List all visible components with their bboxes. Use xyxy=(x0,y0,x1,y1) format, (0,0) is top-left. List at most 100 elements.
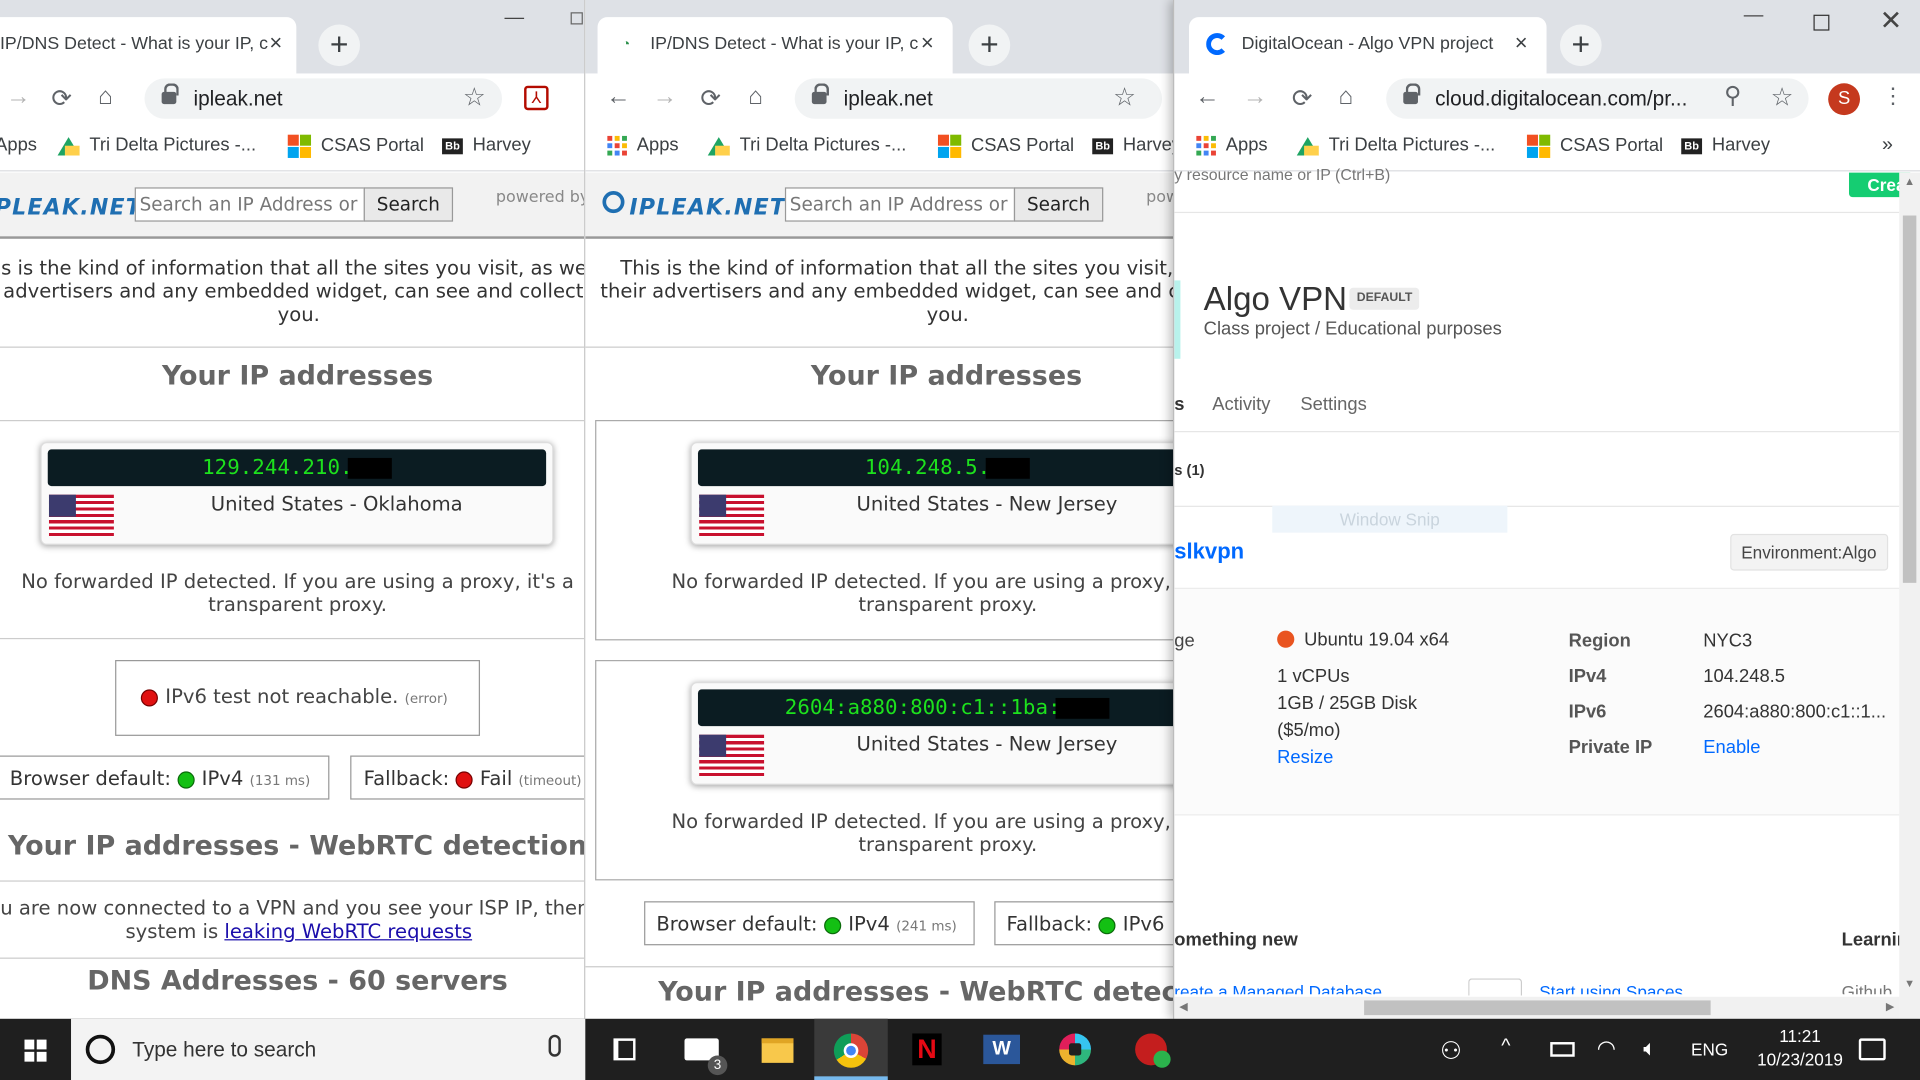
bookmark-star-icon[interactable]: ☆ xyxy=(1771,82,1794,113)
new-tab-button[interactable]: + xyxy=(1560,24,1602,67)
ipv6-address-value[interactable]: 2604:a880:800:c1::1ba: xyxy=(697,689,1175,727)
start-button-icon[interactable] xyxy=(24,1039,47,1062)
ipv6-value[interactable]: 2604:a880:800:c1::1... xyxy=(1703,702,1886,723)
scroll-down-icon[interactable]: ▼ xyxy=(1904,977,1915,989)
horizontal-scroll-thumb[interactable] xyxy=(1364,1000,1711,1016)
home-icon[interactable]: ⌂ xyxy=(98,83,113,111)
spaces-icon xyxy=(1468,978,1523,996)
scroll-left-icon[interactable]: ◀ xyxy=(1179,1000,1187,1013)
scroll-up-icon[interactable]: ▲ xyxy=(1904,175,1915,187)
scroll-right-icon[interactable]: ▶ xyxy=(1886,1000,1894,1013)
maximize-icon[interactable] xyxy=(570,12,583,25)
vertical-scroll-thumb[interactable] xyxy=(1902,215,1917,583)
bookmarks-overflow-icon[interactable]: » xyxy=(1882,135,1893,157)
bookmark-csas[interactable]: CSAS Portal xyxy=(287,134,424,158)
ip-search-input[interactable]: Search an IP Address or xyxy=(784,187,1016,222)
tab-close-icon[interactable]: × xyxy=(1515,31,1528,57)
bookmark-csas[interactable]: CSAS Portal xyxy=(1526,134,1663,158)
file-explorer-icon[interactable] xyxy=(740,1019,813,1080)
people-icon[interactable]: ⚇ xyxy=(1440,1036,1462,1080)
environment-tag[interactable]: Environment:Algo xyxy=(1730,533,1888,571)
tab-resources[interactable]: s xyxy=(1174,394,1184,415)
ipv4-value[interactable]: 104.248.5 xyxy=(1703,666,1785,687)
menu-dots-icon[interactable]: ⋮ xyxy=(1882,83,1904,109)
bookmark-harvey[interactable]: BbHarvey xyxy=(1681,135,1770,156)
chrome-taskbar-icon[interactable] xyxy=(814,1018,888,1080)
profile-avatar[interactable]: S xyxy=(1828,83,1861,116)
reload-icon[interactable]: ⟳ xyxy=(700,83,721,114)
ip-search-input[interactable]: Search an IP Address or xyxy=(134,187,365,222)
bookmark-star-icon[interactable]: ☆ xyxy=(463,82,486,113)
slack-icon[interactable] xyxy=(1040,1019,1113,1080)
vertical-scrollbar[interactable]: ▲ ▼ xyxy=(1899,172,1920,1019)
clock[interactable]: 11:21 10/23/2019 xyxy=(1751,1026,1849,1080)
home-icon[interactable]: ⌂ xyxy=(748,83,763,111)
wifi-icon[interactable]: ◠ xyxy=(1597,1036,1616,1080)
forward-icon[interactable]: → xyxy=(653,83,677,111)
notifications-icon[interactable] xyxy=(1858,1038,1886,1061)
webrtc-leak-link[interactable]: leaking WebRTC requests xyxy=(224,920,472,943)
desktop: IP/DNS Detect - What is your IP, c × + —… xyxy=(0,0,1920,1080)
bookmark-csas[interactable]: CSAS Portal xyxy=(937,134,1074,158)
show-hidden-icons-icon[interactable]: ^ xyxy=(1501,1036,1510,1080)
ipleak-logo[interactable]: IPLEAK.NET xyxy=(629,195,786,221)
mail-icon[interactable]: 3 xyxy=(664,1019,737,1080)
horizontal-scrollbar[interactable]: ◀ ▶ xyxy=(1174,996,1900,1019)
tab-close-icon[interactable]: × xyxy=(921,31,934,57)
close-window-icon[interactable]: ✕ xyxy=(1880,5,1903,37)
enable-private-ip-link[interactable]: Enable xyxy=(1703,737,1760,758)
word-icon[interactable]: W xyxy=(965,1019,1038,1080)
new-tab-button[interactable]: + xyxy=(318,24,361,67)
fallback-box: Fallback: IPv6 xyxy=(994,901,1175,946)
bookmark-apps[interactable]: Apps xyxy=(607,135,679,156)
tab-activity[interactable]: Activity xyxy=(1212,394,1270,415)
ipv4-address-value[interactable]: 104.248.5. xyxy=(697,449,1175,487)
tab-close-icon[interactable]: × xyxy=(269,31,282,57)
task-view-icon[interactable] xyxy=(588,1019,661,1080)
resize-link[interactable]: Resize xyxy=(1277,747,1333,768)
back-icon[interactable]: ← xyxy=(606,83,630,111)
managed-database-link[interactable]: reate a Managed Database xyxy=(1174,982,1382,994)
minimize-icon[interactable]: — xyxy=(1744,5,1764,27)
bookmark-apps[interactable]: Apps xyxy=(1196,135,1268,156)
reload-icon[interactable]: ⟳ xyxy=(51,83,72,114)
netflix-icon[interactable]: N xyxy=(890,1019,963,1080)
microphone-icon[interactable] xyxy=(548,1034,561,1057)
reload-icon[interactable]: ⟳ xyxy=(1292,83,1313,114)
volume-icon[interactable]: 🔈︎ xyxy=(1643,1036,1656,1080)
home-icon[interactable]: ⌂ xyxy=(1338,83,1353,111)
bookmark-star-icon[interactable]: ☆ xyxy=(1113,82,1136,113)
new-tab-button[interactable]: + xyxy=(968,24,1011,67)
ipleak-logo[interactable]: IPLEAK.NET xyxy=(0,195,142,221)
bookmark-harvey[interactable]: BbHarvey xyxy=(1092,135,1174,156)
droplet-name-link[interactable]: slkvpn xyxy=(1174,539,1244,565)
maximize-icon[interactable] xyxy=(1813,14,1830,31)
vpn-app-icon[interactable] xyxy=(1114,1019,1187,1080)
tab-settings[interactable]: Settings xyxy=(1300,394,1366,415)
language-indicator[interactable]: ENG xyxy=(1691,1040,1728,1080)
bookmark-apps[interactable]: Apps xyxy=(0,135,37,156)
minimize-icon[interactable]: — xyxy=(504,7,524,29)
search-button[interactable]: Search xyxy=(1013,187,1104,222)
spaces-link[interactable]: Start using Spaces xyxy=(1539,982,1683,994)
address-bar[interactable]: ipleak.net ☆ xyxy=(794,78,1163,119)
tab-digitalocean[interactable]: DigitalOcean - Algo VPN project × xyxy=(1188,17,1547,74)
taskbar-search-box[interactable]: Type here to search xyxy=(71,1018,586,1080)
search-button[interactable]: Search xyxy=(363,187,454,222)
forward-icon[interactable]: → xyxy=(6,83,30,111)
bookmark-harvey[interactable]: BbHarvey xyxy=(442,135,531,156)
github-link[interactable]: Github xyxy=(1842,982,1893,994)
forward-icon[interactable]: → xyxy=(1243,83,1267,111)
ip-address-value[interactable]: 129.244.210. xyxy=(47,449,547,487)
zoom-icon[interactable]: ⚲ xyxy=(1724,82,1741,110)
bookmark-tri-delta[interactable]: Tri Delta Pictures -... xyxy=(707,135,906,156)
back-icon[interactable]: ← xyxy=(1195,83,1219,111)
tab-ipleak[interactable]: IP/DNS Detect - What is your IP, c × xyxy=(0,17,297,74)
bookmark-tri-delta[interactable]: Tri Delta Pictures -... xyxy=(1296,135,1495,156)
battery-icon[interactable] xyxy=(1550,1042,1575,1057)
pdf-extension-icon[interactable]: ⅄ xyxy=(524,85,549,111)
bookmark-tri-delta[interactable]: Tri Delta Pictures -... xyxy=(57,135,256,156)
address-bar[interactable]: ipleak.net ☆ xyxy=(144,78,503,119)
address-bar[interactable]: cloud.digitalocean.com/pr... ⚲ ☆ xyxy=(1386,78,1809,119)
tab-ipleak[interactable]: ◔ IP/DNS Detect - What is your IP, c × xyxy=(597,17,953,74)
